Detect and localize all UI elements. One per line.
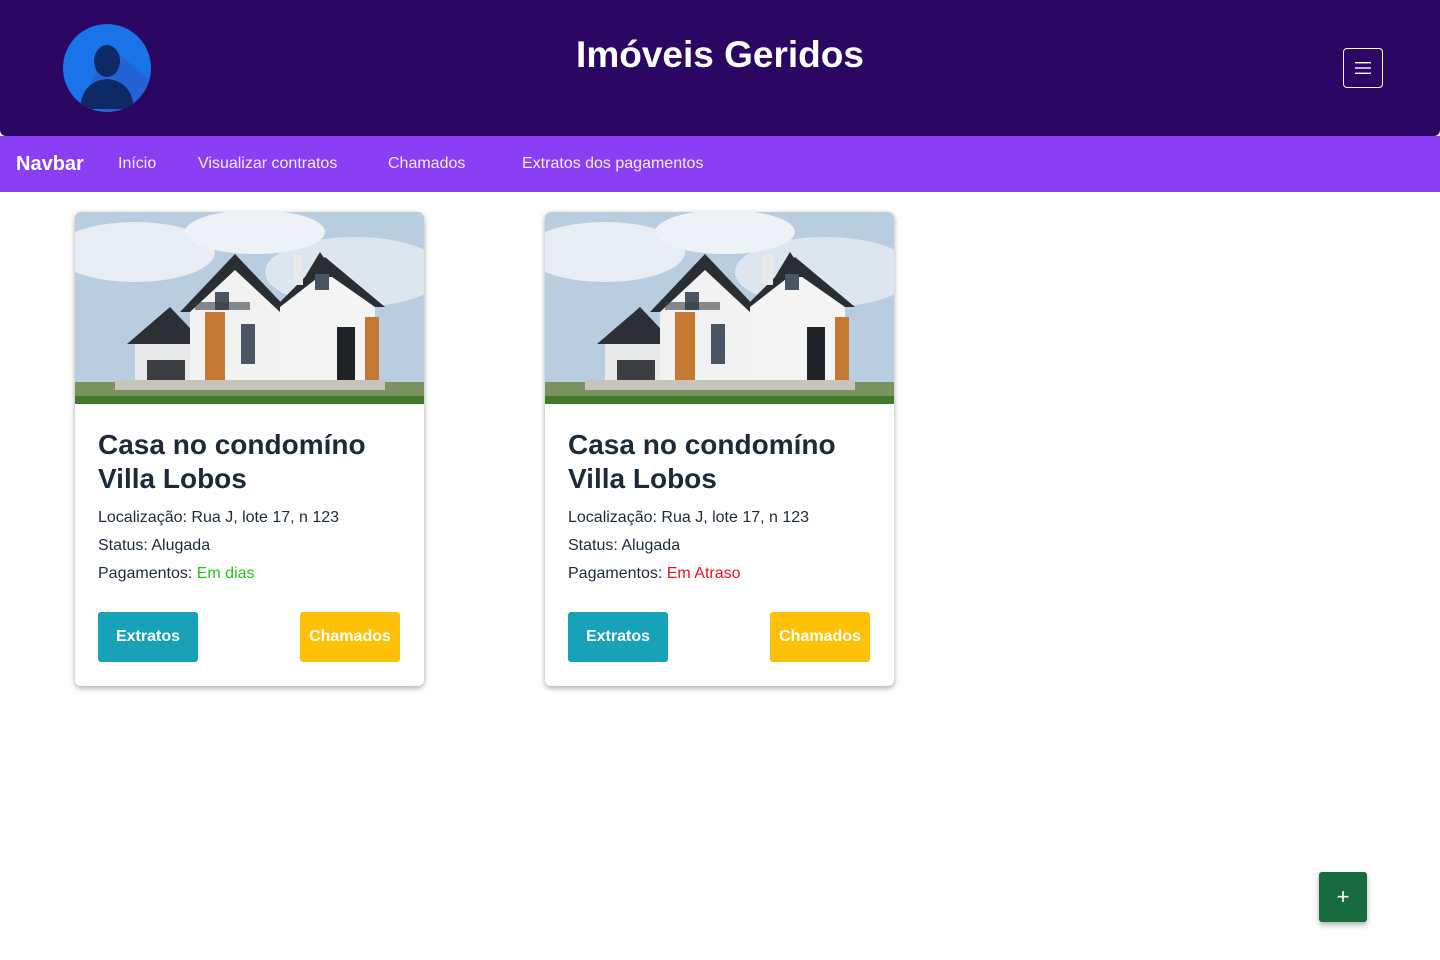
app-header: Imóveis Geridos: [0, 0, 1440, 136]
property-card: Casa no condomíno Villa Lobos Localizaçã…: [545, 212, 894, 686]
main-navbar: Navbar Início Visualizar contratos Chama…: [0, 136, 1440, 192]
extratos-button[interactable]: Extratos: [98, 612, 198, 662]
extratos-button[interactable]: Extratos: [568, 612, 668, 662]
property-location: Localização: Rua J, lote 17, n 123: [98, 509, 340, 526]
property-status: Status: Alugada: [568, 537, 681, 554]
house-photo: [75, 212, 424, 404]
payment-status-value: Em Atraso: [666, 565, 741, 582]
property-title: Casa no condomíno Villa Lobos: [98, 429, 366, 494]
property-location: Localização: Rua J, lote 17, n 123: [568, 509, 810, 526]
payment-status-value: Em dias: [196, 565, 255, 582]
property-payments: Pagamentos: Em Atraso: [568, 565, 741, 582]
property-card: Casa no condomíno Villa Lobos Localizaçã…: [75, 212, 424, 686]
page-title: Imóveis Geridos: [576, 34, 864, 75]
house-photo: [545, 212, 894, 404]
hamburger-icon: [1355, 62, 1371, 74]
navbar-brand[interactable]: Navbar: [16, 153, 84, 176]
nav-link-extratos[interactable]: Extratos dos pagamentos: [522, 155, 703, 173]
nav-link-inicio[interactable]: Início: [118, 155, 156, 173]
add-property-button[interactable]: +: [1319, 872, 1367, 922]
chamados-button[interactable]: Chamados: [300, 612, 400, 662]
menu-toggle-button[interactable]: [1343, 48, 1383, 88]
nav-link-visualizar-contratos[interactable]: Visualizar contratos: [198, 155, 337, 173]
property-title: Casa no condomíno Villa Lobos: [568, 429, 836, 494]
nav-link-chamados[interactable]: Chamados: [388, 155, 465, 173]
property-payments: Pagamentos: Em dias: [98, 565, 255, 582]
chamados-button[interactable]: Chamados: [770, 612, 870, 662]
property-status: Status: Alugada: [98, 537, 211, 554]
